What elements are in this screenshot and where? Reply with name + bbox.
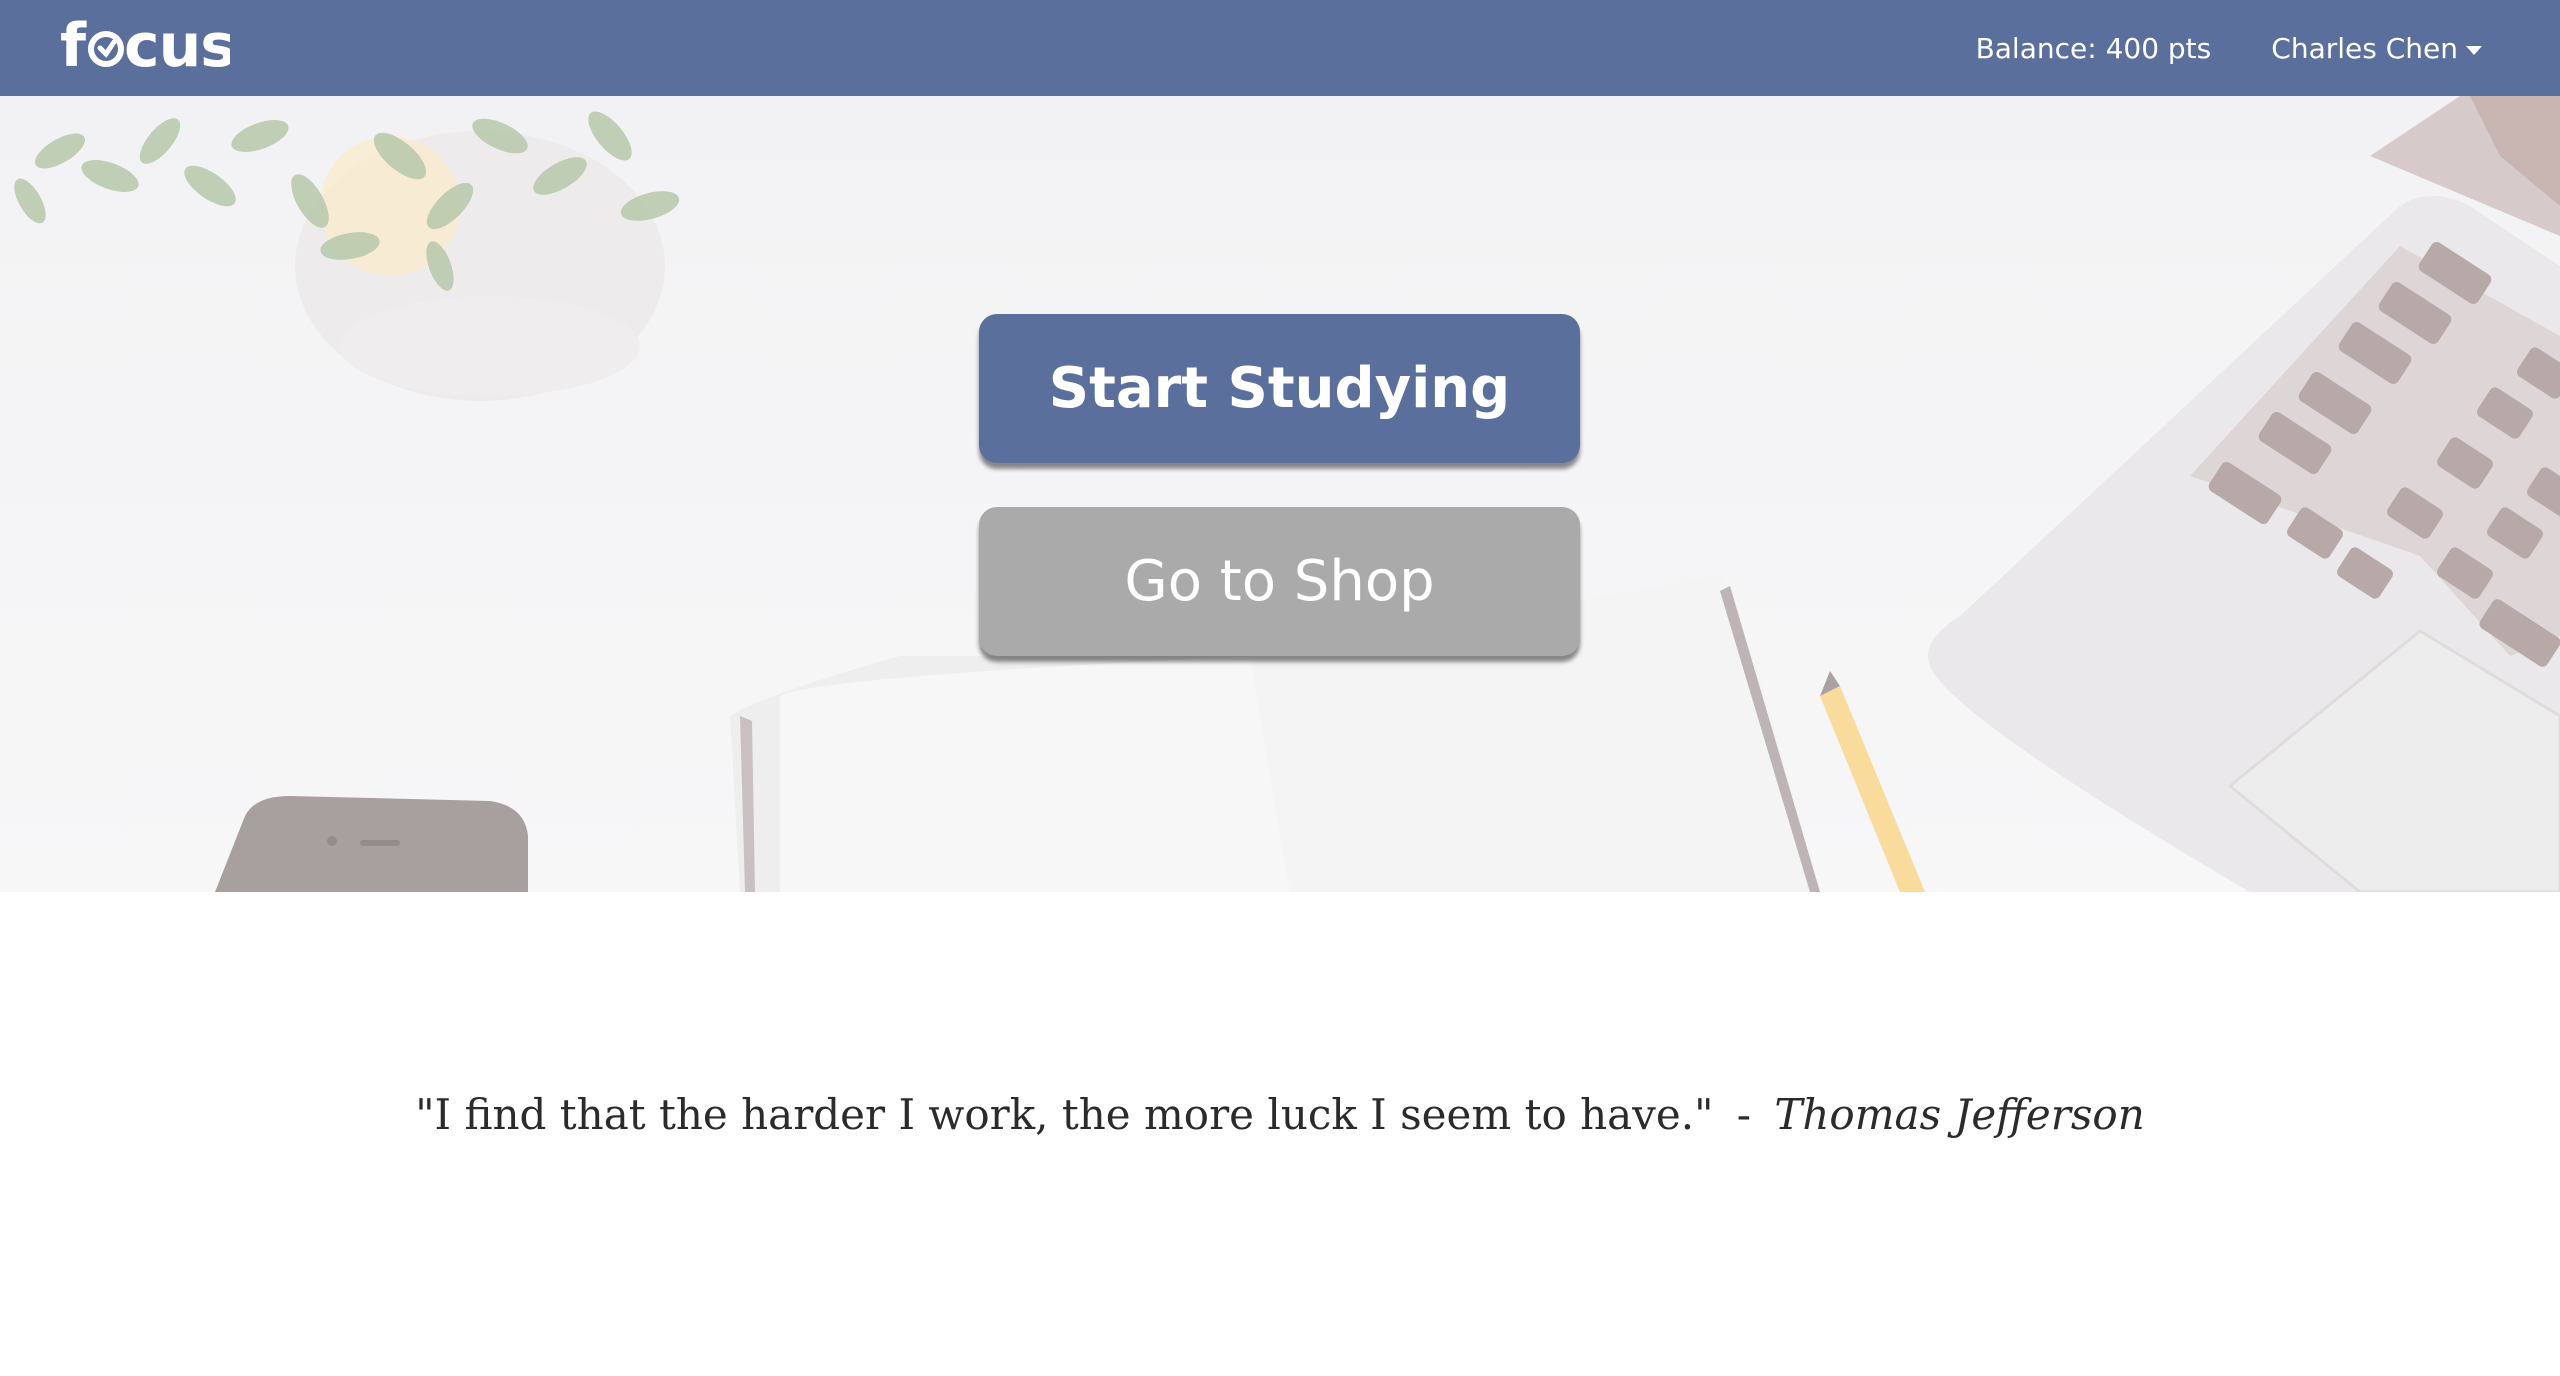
quote-author: Thomas Jefferson — [1774, 1090, 2145, 1139]
hero-banner: Start Studying Go to Shop — [0, 96, 2560, 892]
motivational-quote: "I find that the harder I work, the more… — [0, 1090, 2560, 1139]
navbar-right: Balance: 400 pts Charles Chen — [1976, 0, 2482, 96]
top-navbar: f cus focus Balance: 400 pts Charles Che… — [0, 0, 2560, 96]
caret-down-icon — [2466, 45, 2482, 55]
user-menu-dropdown[interactable]: Charles Chen — [2271, 32, 2482, 65]
user-name: Charles Chen — [2271, 31, 2458, 65]
points-balance: Balance: 400 pts — [1975, 31, 2212, 65]
svg-text:f: f — [60, 14, 87, 78]
desk-background-illustration — [0, 96, 2560, 892]
quote-separator: - — [1736, 1090, 1751, 1139]
quote-text: "I find that the harder I work, the more… — [415, 1090, 1714, 1139]
focus-logo-clock-icon: f cus — [60, 14, 230, 78]
start-studying-button[interactable]: Start Studying — [979, 314, 1580, 463]
svg-text:cus: cus — [124, 14, 230, 78]
brand-logo[interactable]: f cus focus — [60, 14, 230, 78]
go-to-shop-button[interactable]: Go to Shop — [979, 507, 1580, 656]
